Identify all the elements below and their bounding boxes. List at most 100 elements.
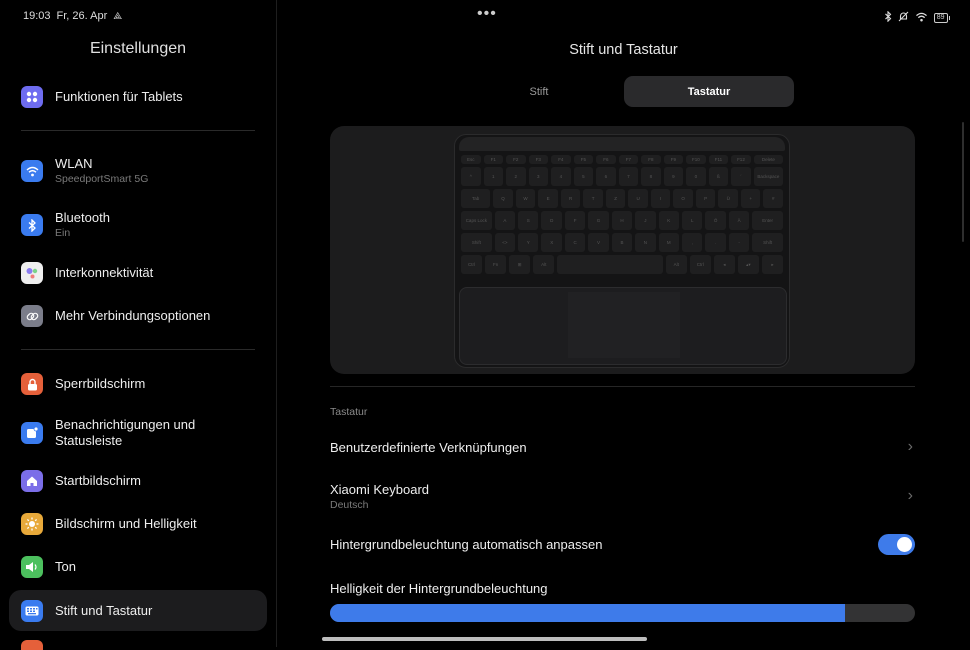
keyboard-key: - xyxy=(728,233,750,252)
row-title: Xiaomi Keyboard xyxy=(330,481,429,497)
keyboard-key: Ü xyxy=(718,189,738,208)
keyboard-key: Ä xyxy=(728,211,750,230)
keyboard-icon xyxy=(21,599,43,622)
tablet-features-icon xyxy=(21,86,43,108)
mute-icon xyxy=(898,9,909,27)
keyboard-row: Caps Lock A S D F G H J K L Ö Ä Enter xyxy=(461,211,783,230)
keyboard-key: Z xyxy=(605,189,626,208)
sidebar-item-display-brightness[interactable]: Bildschirm und Helligkeit xyxy=(9,512,267,536)
keyboard-row: Esc F1 F2 F3 F4 F5 F6 F7 F8 F9 F10 F11 F12 Delete xyxy=(461,155,783,164)
keyboard-key: + xyxy=(740,189,761,208)
sidebar-item-label: Bluetooth xyxy=(55,210,110,225)
keyboard-key: Ctrl xyxy=(689,255,711,274)
keyboard-preview: Esc F1 F2 F3 F4 F5 F6 F7 F8 F9 F10 F11 F12 Delete ^ 1 2 3… xyxy=(330,126,915,374)
sidebar-item-label: Interkonnektivität xyxy=(55,265,154,280)
brightness-label-row: Helligkeit der Hintergrundbeleuchtung xyxy=(330,579,915,597)
keyboard-key: Backspace xyxy=(753,167,783,186)
interconnectivity-icon xyxy=(21,262,43,284)
sidebar-item-interconnectivity[interactable]: Interkonnektivität xyxy=(9,261,267,285)
sidebar-item-lock-screen[interactable]: Sperrbildschirm xyxy=(9,372,267,396)
keyboard-key: ◂ xyxy=(713,255,735,274)
sidebar-item-label: Benachrichtigungen und Statusleiste xyxy=(55,417,196,448)
tab-pen[interactable]: Stift xyxy=(454,76,624,107)
home-indicator[interactable] xyxy=(322,637,647,641)
scrollbar[interactable] xyxy=(962,122,964,242)
date: Fr, 26. Apr xyxy=(56,10,108,22)
keyboard-key: Delete xyxy=(753,155,783,164)
row-subtitle: Deutsch xyxy=(330,498,369,511)
keyboard-key: Ö xyxy=(705,211,726,230)
sidebar-item-label: Funktionen für Tablets xyxy=(55,89,183,104)
keyboard-key: Shift xyxy=(461,233,492,252)
keyboard-key: F1 xyxy=(483,155,504,164)
keyboard-key: N xyxy=(635,233,656,252)
tab-keyboard[interactable]: Tastatur xyxy=(624,76,794,107)
keyboard-key: F7 xyxy=(618,155,639,164)
keyboard-key: ß xyxy=(708,167,729,186)
keyboard-key: Caps Lock xyxy=(461,211,492,230)
keyboard-key: P xyxy=(695,189,716,208)
sidebar-item-sound[interactable]: Ton xyxy=(9,555,267,579)
keyboard-key: ▸ xyxy=(761,255,784,274)
keyboard-key: F4 xyxy=(551,155,571,164)
keyboard-key: J xyxy=(635,211,656,230)
home-icon xyxy=(21,470,43,492)
keyboard-key: O xyxy=(673,189,693,208)
clock: 19:03 xyxy=(23,10,51,22)
sidebar-item-pen-keyboard[interactable]: Stift und Tastatur xyxy=(9,590,267,631)
keyboard-key: Alt xyxy=(665,255,687,274)
divider xyxy=(330,386,915,387)
auto-backlight-toggle[interactable] xyxy=(878,533,915,555)
sidebar-item-more-connections[interactable]: Mehr Verbindungsoptionen xyxy=(9,304,267,328)
hotspot-icon: ⟁ xyxy=(113,10,123,22)
backlight-brightness-slider[interactable] xyxy=(330,604,915,622)
sidebar-item-notifications[interactable]: Benachrichtigungen und Statusleiste xyxy=(9,416,267,450)
lock-icon xyxy=(21,373,43,395)
xiaomi-keyboard-row[interactable]: Xiaomi Keyboard Deutsch › xyxy=(330,479,915,513)
keyboard-key: ▴▾ xyxy=(737,255,759,274)
sidebar-item-tablet-features[interactable]: Funktionen für Tablets xyxy=(9,85,267,109)
status-bar-right: 89 xyxy=(884,9,950,27)
keyboard-key: F3 xyxy=(528,155,549,164)
custom-shortcuts-row[interactable]: Benutzerdefinierte Verknüpfungen › xyxy=(330,436,915,458)
keyboard-key: ⊞ xyxy=(509,255,531,274)
keyboard-key: Alt xyxy=(533,255,555,274)
sidebar-item-bluetooth[interactable]: Bluetooth Ein xyxy=(9,209,267,241)
keyboard-key: # xyxy=(763,189,783,208)
keyboard-key: Fn xyxy=(485,255,507,274)
touchpad-illustration xyxy=(459,287,787,365)
keyboard-key: . xyxy=(705,233,726,252)
keyboard-key: G xyxy=(588,211,609,230)
bluetooth-icon xyxy=(21,214,43,236)
sidebar-item-label: Ton xyxy=(55,559,76,574)
keyboard-key: C xyxy=(564,233,586,252)
keyboard-key: L xyxy=(682,211,703,230)
toggle-knob xyxy=(897,536,912,552)
more-dots-icon[interactable]: ••• xyxy=(477,5,497,23)
keyboard-key: Y xyxy=(518,233,539,252)
row-title: Benutzerdefinierte Verknüpfungen xyxy=(330,439,527,455)
keyboard-key: Q xyxy=(493,189,513,208)
sidebar-item-wlan[interactable]: WLAN SpeedportSmart 5G xyxy=(9,155,267,187)
keyboard-key: E xyxy=(538,189,558,208)
sidebar-item-sublabel: Ein xyxy=(55,227,71,239)
keyboard-key: F12 xyxy=(731,155,751,164)
keyboard-keys: Esc F1 F2 F3 F4 F5 F6 F7 F8 F9 F10 F11 F12 Delete ^ 1 2 3… xyxy=(461,155,784,277)
keyboard-key: W xyxy=(515,189,536,208)
keyboard-hinge xyxy=(459,137,785,151)
keyboard-row: ^ 1 2 3 4 5 6 7 8 9 0 ß ´ Backspace xyxy=(461,167,783,186)
keyboard-key: 6 xyxy=(596,167,616,186)
next-item-icon xyxy=(21,640,43,650)
divider xyxy=(21,130,255,131)
keyboard-key: I xyxy=(650,189,671,208)
keyboard-key: V xyxy=(588,233,609,252)
battery-level: 89 xyxy=(933,13,948,23)
link-icon xyxy=(21,305,43,327)
keyboard-key: ^ xyxy=(461,167,481,186)
keyboard-key: , xyxy=(682,233,703,252)
keyboard-key: 2 xyxy=(506,167,526,186)
bluetooth-icon xyxy=(884,9,892,27)
sidebar-item-home-screen[interactable]: Startbildschirm xyxy=(9,469,267,493)
keyboard-key: 8 xyxy=(641,167,661,186)
sidebar-item-label: Startbildschirm xyxy=(55,473,141,488)
